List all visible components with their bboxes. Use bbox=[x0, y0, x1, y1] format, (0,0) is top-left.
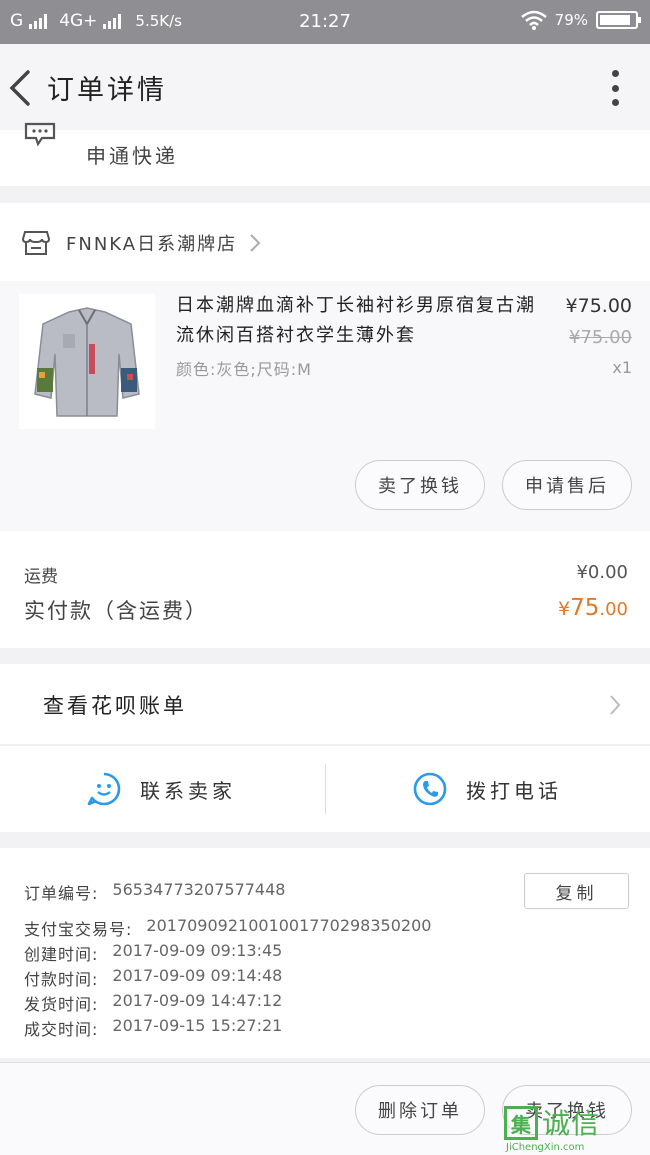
shipped-time-value: 2017-09-09 14:47:12 bbox=[112, 991, 283, 1010]
wifi-icon bbox=[520, 10, 547, 30]
product-price: ¥75.00 bbox=[565, 295, 632, 317]
battery-percent: 79% bbox=[554, 11, 588, 29]
chevron-right-icon bbox=[250, 234, 261, 252]
done-time-label: 成交时间: bbox=[24, 1020, 99, 1039]
alipay-number-label: 支付宝交易号: bbox=[24, 920, 133, 939]
alipay-number-value: 2017090921001001770298350200 bbox=[146, 916, 432, 935]
battery-icon bbox=[596, 11, 641, 29]
call-phone-label: 拨打电话 bbox=[466, 778, 562, 803]
nav-bar: 订单详情 bbox=[0, 44, 650, 130]
created-time-row: 创建时间: 2017-09-09 09:13:45 bbox=[24, 941, 282, 965]
shipping-label: 运费 bbox=[24, 567, 58, 587]
shipping-value: ¥0.00 bbox=[576, 562, 628, 583]
shop-name: FNNKA日系潮牌店 bbox=[66, 234, 238, 255]
divider bbox=[325, 764, 326, 814]
huabei-bill-row[interactable]: 查看花呗账单 bbox=[0, 664, 650, 744]
shipped-time-label: 发货时间: bbox=[24, 995, 99, 1014]
chevron-right-icon bbox=[610, 695, 621, 715]
product-image[interactable] bbox=[19, 294, 155, 429]
created-time-label: 创建时间: bbox=[24, 945, 99, 964]
alipay-number-row: 支付宝交易号: 2017090921001001770298350200 bbox=[24, 916, 431, 940]
message-icon bbox=[24, 122, 56, 147]
done-time-row: 成交时间: 2017-09-15 15:27:21 bbox=[24, 1016, 282, 1040]
watermark-text: 诚信 bbox=[542, 1107, 601, 1140]
product-item[interactable]: 日本潮牌血滴补丁长袖衬衫男原宿复古潮流休闲百搭衬衣学生薄外套 颜色:灰色;尺码:… bbox=[0, 281, 650, 531]
call-phone-button[interactable]: 拨打电话 bbox=[412, 746, 562, 832]
sell-for-cash-button[interactable]: 卖了换钱 bbox=[355, 460, 485, 510]
order-number-value: 56534773207577448 bbox=[112, 880, 286, 899]
paid-amount: ¥75.00 bbox=[558, 595, 628, 621]
order-info-section: 订单编号: 56534773207577448 复制 支付宝交易号: 20170… bbox=[0, 848, 650, 1058]
page-title: 订单详情 bbox=[47, 75, 167, 106]
created-time-value: 2017-09-09 09:13:45 bbox=[112, 941, 283, 960]
shop-header[interactable]: FNNKA日系潮牌店 bbox=[0, 203, 650, 281]
after-sale-button[interactable]: 申请售后 bbox=[502, 460, 632, 510]
shirt-image-icon bbox=[34, 307, 140, 417]
more-menu-icon[interactable] bbox=[610, 70, 620, 106]
copy-button[interactable]: 复制 bbox=[524, 873, 629, 909]
paid-time-row: 付款时间: 2017-09-09 09:14:48 bbox=[24, 966, 282, 990]
order-number-label: 订单编号: bbox=[24, 884, 99, 903]
done-time-value: 2017-09-15 15:27:21 bbox=[112, 1016, 283, 1035]
status-right: 79% bbox=[520, 10, 641, 30]
paid-currency: ¥ bbox=[557, 598, 571, 620]
contact-seller-button[interactable]: 联系卖家 bbox=[86, 746, 236, 832]
watermark-url: JiChengXin.com bbox=[506, 1142, 585, 1153]
delete-order-button[interactable]: 删除订单 bbox=[355, 1085, 485, 1135]
paid-integer: 75 bbox=[570, 595, 600, 621]
watermark-logo: 集 诚信 JiChengXin.com bbox=[504, 1100, 644, 1155]
order-number-row: 订单编号: 56534773207577448 bbox=[24, 880, 285, 904]
totals-section: 运费 ¥0.00 实付款（含运费） ¥75.00 bbox=[0, 531, 650, 648]
paid-time-value: 2017-09-09 09:14:48 bbox=[112, 966, 283, 985]
contact-seller-label: 联系卖家 bbox=[140, 778, 236, 803]
courier-name: 申通快递 bbox=[86, 144, 178, 168]
courier-section[interactable]: 申通快递 bbox=[0, 122, 650, 186]
status-bar: G 4G+ 5.5K/s 21:27 79% bbox=[0, 0, 650, 44]
paid-decimal: .00 bbox=[599, 599, 628, 620]
watermark-box: 集 bbox=[504, 1106, 538, 1140]
huabei-bill-label: 查看花呗账单 bbox=[43, 694, 187, 718]
product-spec: 颜色:灰色;尺码:M bbox=[176, 360, 312, 379]
back-arrow-icon[interactable] bbox=[6, 66, 42, 110]
contact-section: 联系卖家 拨打电话 bbox=[0, 746, 650, 832]
paid-time-label: 付款时间: bbox=[24, 970, 99, 989]
product-quantity: x1 bbox=[612, 358, 632, 377]
shipped-time-row: 发货时间: 2017-09-09 14:47:12 bbox=[24, 991, 282, 1015]
phone-icon bbox=[413, 772, 447, 806]
product-title[interactable]: 日本潮牌血滴补丁长袖衬衫男原宿复古潮流休闲百搭衬衣学生薄外套 bbox=[176, 291, 546, 351]
paid-label: 实付款（含运费） bbox=[24, 599, 208, 623]
store-icon bbox=[22, 231, 50, 255]
product-original-price: ¥75.00 bbox=[569, 327, 632, 348]
chat-face-icon bbox=[87, 772, 121, 806]
